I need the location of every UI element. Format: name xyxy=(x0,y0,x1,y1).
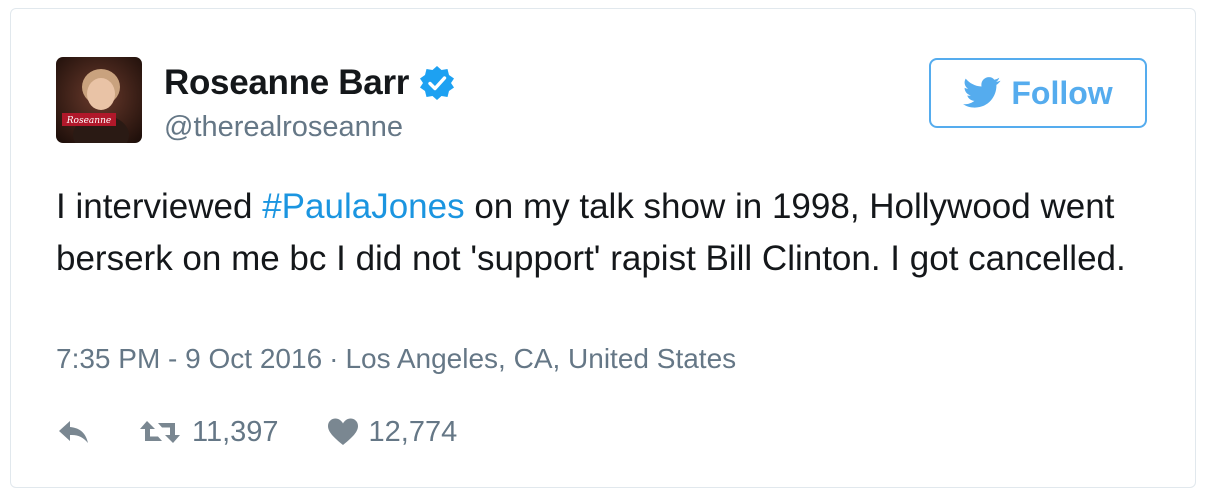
user-handle[interactable]: @therealroseanne xyxy=(164,111,403,144)
tweet-location[interactable]: Los Angeles, CA, United States xyxy=(345,343,736,374)
reply-icon xyxy=(56,417,92,447)
tweet-text: I interviewed #PaulaJones on my talk sho… xyxy=(56,181,1156,285)
follow-button[interactable]: Follow xyxy=(929,58,1147,128)
tweet-text-part: I interviewed xyxy=(56,187,263,226)
tweet-actions: 11,397 12,774 xyxy=(56,412,457,452)
user-name-row: Roseanne Barr xyxy=(164,59,455,107)
retweet-icon xyxy=(138,417,182,447)
reply-button[interactable] xyxy=(56,417,92,447)
svg-text:Roseanne: Roseanne xyxy=(66,116,111,126)
follow-button-label: Follow xyxy=(1011,74,1113,111)
meta-separator: · xyxy=(329,343,339,374)
hashtag-link[interactable]: #PaulaJones xyxy=(262,187,464,226)
retweet-button[interactable]: 11,397 xyxy=(92,416,279,449)
retweet-count: 11,397 xyxy=(192,415,279,448)
heart-icon xyxy=(327,417,359,447)
like-count: 12,774 xyxy=(368,415,458,448)
tweet-card: Roseanne Roseanne Barr @therealroseanne … xyxy=(10,8,1196,488)
user-name[interactable]: Roseanne Barr xyxy=(164,63,409,103)
tweet-meta: 7:35 PM - 9 Oct 2016 · Los Angeles, CA, Un… xyxy=(56,343,736,375)
twitter-bird-icon xyxy=(963,77,1001,109)
like-button[interactable]: 12,774 xyxy=(279,415,458,449)
tweet-timestamp[interactable]: 7:35 PM - 9 Oct 2016 xyxy=(56,343,322,374)
avatar[interactable]: Roseanne xyxy=(56,57,142,143)
verified-badge-icon xyxy=(419,65,455,101)
